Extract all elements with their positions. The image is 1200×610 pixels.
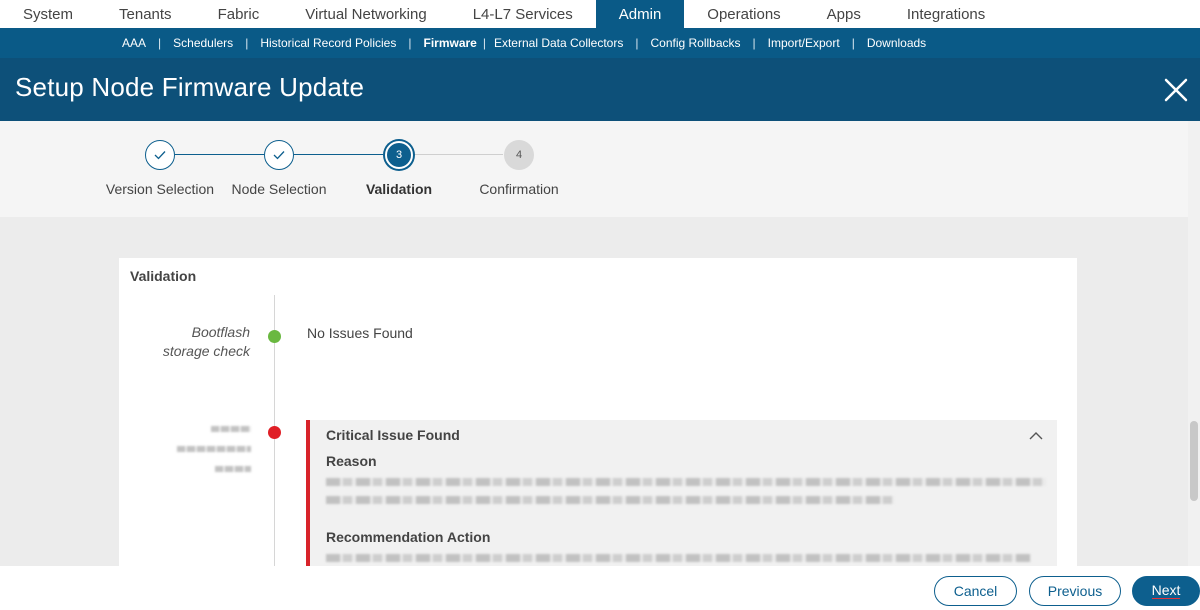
top-nav: System Tenants Fabric Virtual Networking…: [0, 0, 1200, 28]
blurred-check-name: [177, 446, 251, 452]
check-name-line: Bootflash: [191, 324, 250, 340]
scrollbar-thumb[interactable]: [1190, 421, 1198, 501]
tab-fabric[interactable]: Fabric: [195, 0, 283, 28]
validation-card: Validation Bootflash storage check No Is…: [119, 258, 1077, 568]
tab-virtual-networking[interactable]: Virtual Networking: [282, 0, 449, 28]
tab-admin[interactable]: Admin: [595, 0, 685, 28]
critical-issue-panel: Critical Issue Found Reason Recommendati…: [306, 420, 1057, 568]
subnav-separator: |: [635, 36, 639, 50]
check-name-bootflash: Bootflash storage check: [163, 323, 250, 361]
check-result-text: No Issues Found: [307, 325, 413, 341]
subnav-separator: |: [245, 36, 249, 50]
recommendation-label: Recommendation Action: [326, 529, 491, 545]
subnav-separator: |: [851, 36, 855, 50]
blurred-recommendation-text: [326, 554, 1031, 562]
tab-system[interactable]: System: [0, 0, 96, 28]
step-label-validation: Validation: [365, 181, 433, 197]
tab-apps[interactable]: Apps: [804, 0, 884, 28]
step-3-circle: 3: [385, 141, 413, 169]
chevron-up-icon[interactable]: [1028, 428, 1044, 444]
subnav-separator: |: [752, 36, 756, 50]
close-icon[interactable]: [1162, 76, 1190, 104]
subnav-item-config-rollbacks[interactable]: Config Rollbacks: [650, 36, 740, 50]
subnav-separator: |: [482, 36, 486, 50]
blurred-check-name: [211, 426, 251, 432]
step-number: 3: [395, 149, 403, 161]
step-1-circle[interactable]: [145, 140, 175, 170]
next-button[interactable]: Next: [1132, 576, 1200, 606]
tab-operations[interactable]: Operations: [684, 0, 803, 28]
step-connector: [294, 154, 383, 155]
step-label-node-selection: Node Selection: [231, 181, 327, 197]
next-button-label: Next: [1151, 582, 1181, 599]
subnav-item-downloads[interactable]: Downloads: [867, 36, 926, 50]
subnav-item-aaa[interactable]: AAA: [122, 36, 146, 50]
step-connector: [175, 154, 264, 155]
dialog-header: Setup Node Firmware Update: [0, 58, 1200, 121]
subnav-item-import-export[interactable]: Import/Export: [768, 36, 840, 50]
status-dot-red: [268, 426, 281, 439]
subnav-separator: |: [408, 36, 412, 50]
step-connector: [414, 154, 503, 155]
sub-nav: AAA | Schedulers | Historical Record Pol…: [0, 28, 1200, 58]
step-label-version-selection: Version Selection: [105, 181, 215, 197]
step-2-circle[interactable]: [264, 140, 294, 170]
dialog-title: Setup Node Firmware Update: [15, 72, 365, 102]
reason-label: Reason: [326, 453, 377, 469]
subnav-item-historical-record-policies[interactable]: Historical Record Policies: [260, 36, 396, 50]
subnav-item-external-data-collectors[interactable]: External Data Collectors: [494, 36, 623, 50]
validation-title: Validation: [130, 268, 197, 284]
subnav-separator: |: [158, 36, 162, 50]
check-name-line: storage check: [162, 343, 250, 359]
step-label-confirmation: Confirmation: [479, 181, 559, 197]
page-scrollbar[interactable]: [1188, 121, 1200, 566]
wizard-stepper: 3 4 Version Selection Node Selection Val…: [0, 121, 1200, 217]
cancel-button[interactable]: Cancel: [934, 576, 1017, 606]
checkmark-icon: [154, 151, 166, 160]
subnav-item-firmware[interactable]: Firmware: [423, 36, 476, 50]
tab-integrations[interactable]: Integrations: [884, 0, 1008, 28]
blurred-check-name: [215, 466, 251, 472]
subnav-item-schedulers[interactable]: Schedulers: [173, 36, 233, 50]
blurred-reason-text: [326, 496, 894, 504]
dialog-footer: Cancel Previous Next: [0, 566, 1200, 610]
tab-l4-l7-services[interactable]: L4-L7 Services: [450, 0, 596, 28]
previous-button[interactable]: Previous: [1029, 576, 1121, 606]
tab-tenants[interactable]: Tenants: [96, 0, 195, 28]
checkmark-icon: [273, 151, 285, 160]
step-4-circle: 4: [504, 140, 534, 170]
step-number: 4: [515, 149, 523, 161]
blurred-reason-text: [326, 478, 1046, 486]
issue-title: Critical Issue Found: [326, 427, 460, 443]
status-dot-green: [268, 330, 281, 343]
